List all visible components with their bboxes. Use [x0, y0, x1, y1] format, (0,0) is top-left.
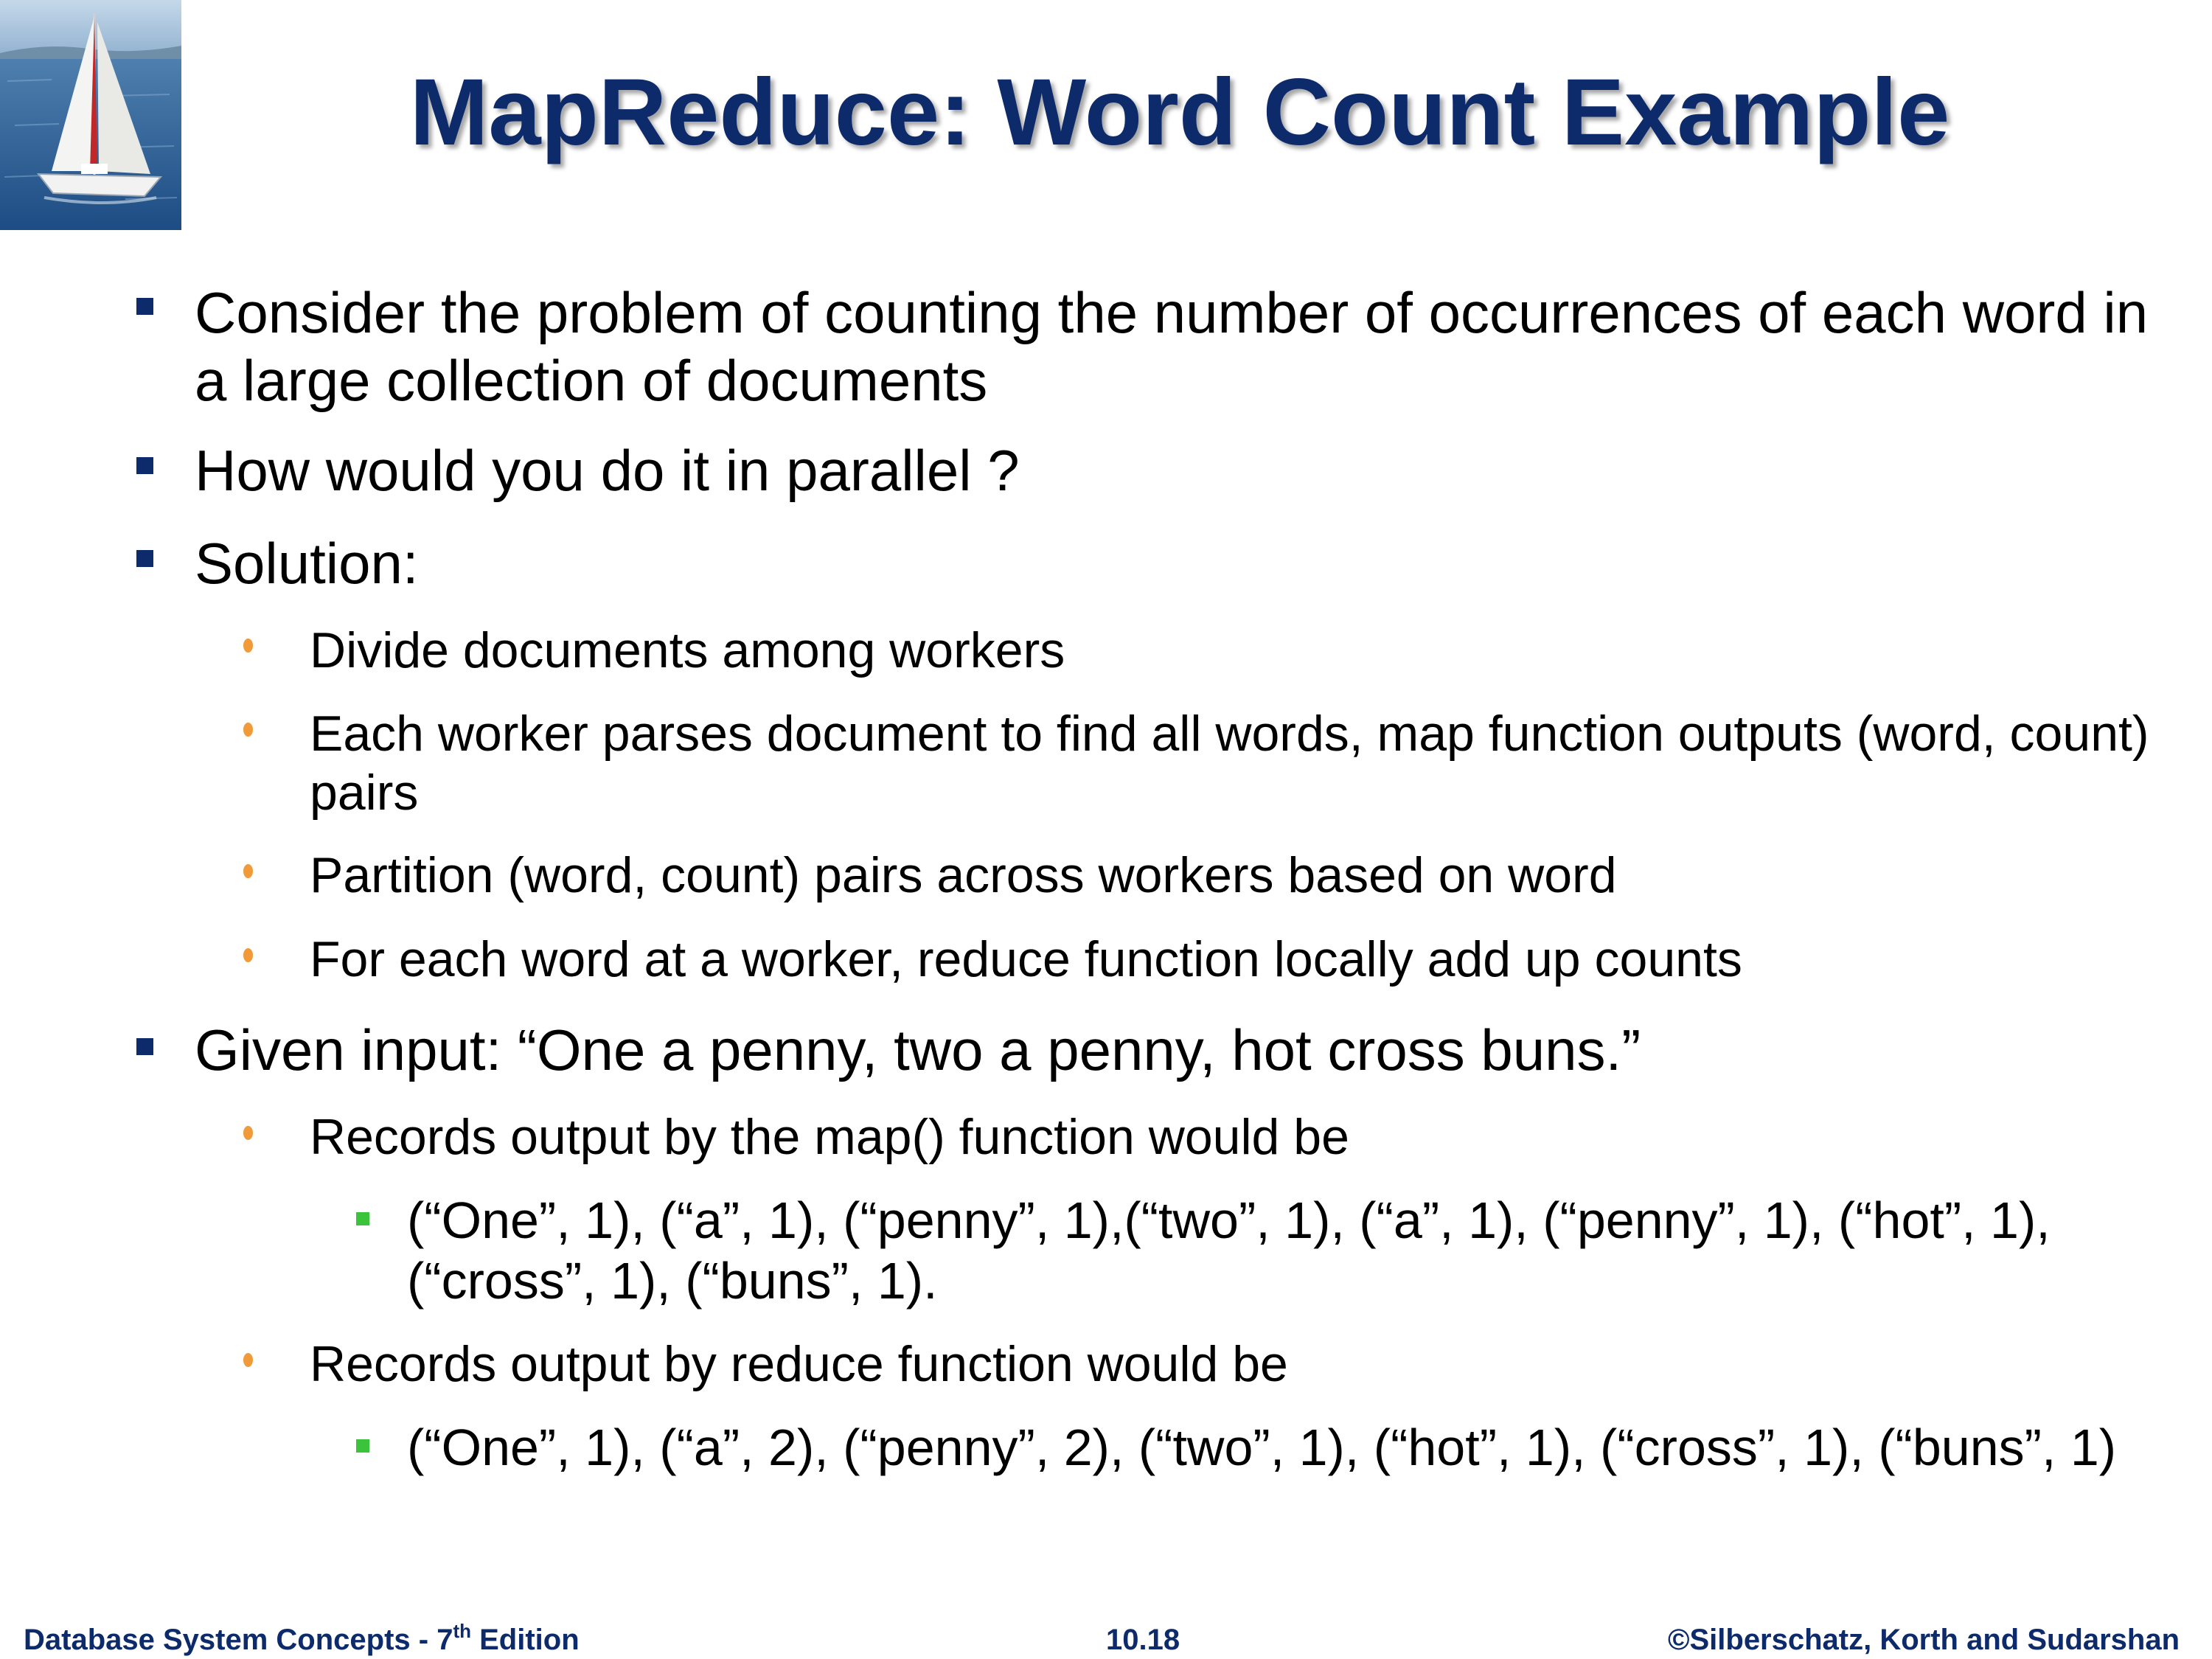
bullet-parallel: How would you do it in parallel ? — [195, 438, 1020, 503]
bullet-given-input: Given input: “One a penny, two a penny, … — [195, 1018, 1641, 1082]
bullet-solution: Solution: — [195, 531, 419, 596]
sub-bullet-map: Each worker parses document to find all … — [310, 706, 2149, 821]
bullet-problem: Consider the problem of counting the num… — [195, 280, 2149, 413]
footer-book-title: Database System Concepts - 7th Edition — [24, 1620, 580, 1656]
dot-bullet-icon — [243, 723, 253, 737]
dot-bullet-icon — [243, 948, 253, 962]
map-output-records: (“One”, 1), (“a”, 1), (“penny”, 1),(“two… — [407, 1192, 2051, 1310]
dot-bullet-icon — [243, 864, 253, 878]
square-bullet-icon — [136, 550, 153, 567]
sub-bullet-reduce-output: Records output by reduce function would … — [310, 1336, 1288, 1392]
square-bullet-icon — [136, 1038, 153, 1055]
sub-bullet-partition: Partition (word, count) pairs across wor… — [310, 847, 1617, 903]
dot-bullet-icon — [243, 639, 253, 653]
sub-bullet-divide: Divide documents among workers — [310, 622, 1065, 678]
reduce-output-records: (“One”, 1), (“a”, 2), (“penny”, 2), (“tw… — [407, 1419, 2117, 1476]
footer-page-number: 10.18 — [1106, 1624, 1180, 1656]
square-bullet-icon — [136, 457, 153, 474]
square-bullet-icon — [136, 298, 153, 315]
slide-title: MapReduce: Word Count Example — [409, 60, 1950, 165]
footer-copyright: ©Silberschatz, Korth and Sudarshan — [1668, 1624, 2180, 1656]
sailboat-logo — [0, 0, 181, 230]
dot-bullet-icon — [243, 1353, 253, 1367]
sub-bullet-map-output: Records output by the map() function wou… — [310, 1109, 1349, 1165]
square-bullet-icon — [356, 1439, 369, 1453]
sub-bullet-reduce: For each word at a worker, reduce functi… — [310, 931, 1742, 987]
square-bullet-icon — [356, 1212, 369, 1225]
dot-bullet-icon — [243, 1126, 253, 1140]
